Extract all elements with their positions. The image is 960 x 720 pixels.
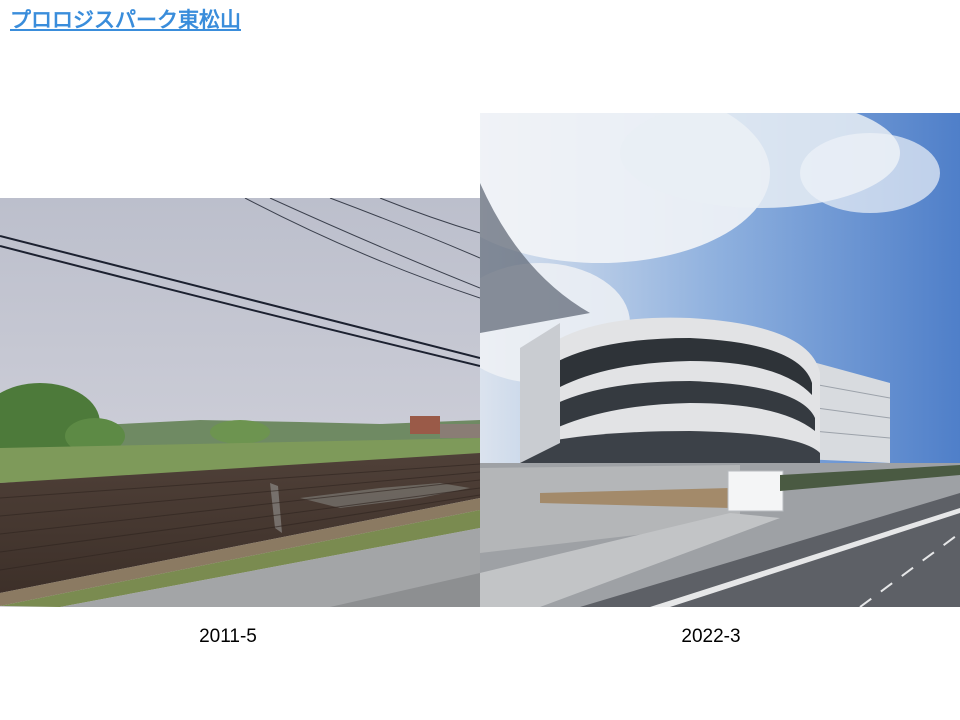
page-title-link[interactable]: プロロジスパーク東松山 [10, 4, 241, 34]
photo-2022-warehouse [480, 113, 960, 607]
photo-2011-farmland [0, 198, 480, 607]
farmland-image [0, 198, 480, 607]
caption-2022-3: 2022-3 [681, 626, 741, 647]
warehouse-image [480, 113, 960, 607]
caption-2011-5: 2011-5 [199, 626, 257, 647]
